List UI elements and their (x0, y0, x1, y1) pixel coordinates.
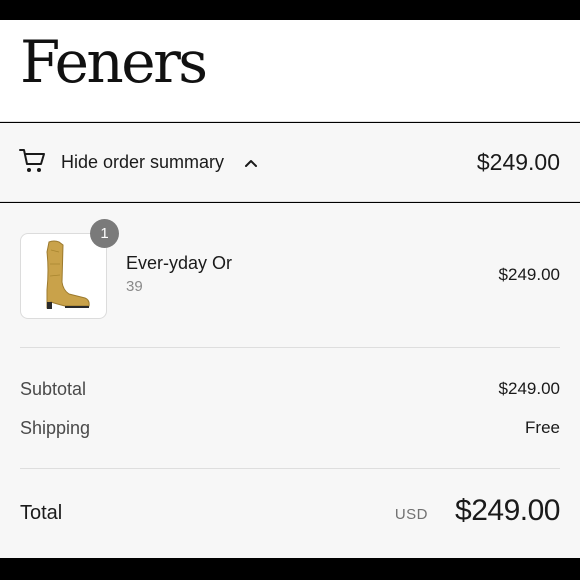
top-frame (0, 0, 580, 20)
shipping-label: Shipping (20, 418, 91, 438)
product-price: $249.00 (498, 265, 560, 284)
currency-code: USD (394, 506, 428, 523)
quantity-badge: 1 (90, 219, 119, 248)
subtotal-label: Subtotal (20, 379, 87, 399)
cart-icon (19, 149, 45, 172)
divider (20, 347, 560, 348)
order-summary-details: 1 Ever-yday Or 39 $249.00 Subtotal $249.… (0, 203, 580, 558)
store-logo[interactable]: Feners (20, 28, 208, 96)
cowboy-boot-icon (46, 240, 90, 309)
subtotal-value: $249.00 (498, 379, 560, 398)
chevron-up-icon (245, 160, 257, 167)
summary-total: $249.00 (476, 149, 560, 175)
product-variant: 39 (126, 278, 143, 295)
bottom-frame (0, 558, 580, 580)
order-summary-toggle-label: Hide order summary (61, 152, 225, 172)
divider (20, 468, 560, 469)
grand-total: $249.00 (455, 494, 560, 527)
order-summary-toggle[interactable]: Hide order summary $249.00 (0, 123, 580, 202)
total-label: Total (20, 502, 63, 524)
product-name: Ever-yday Or (126, 253, 233, 273)
shipping-value: Free (525, 418, 560, 437)
store-header: Feners (0, 20, 580, 122)
product-thumbnail (20, 233, 107, 319)
